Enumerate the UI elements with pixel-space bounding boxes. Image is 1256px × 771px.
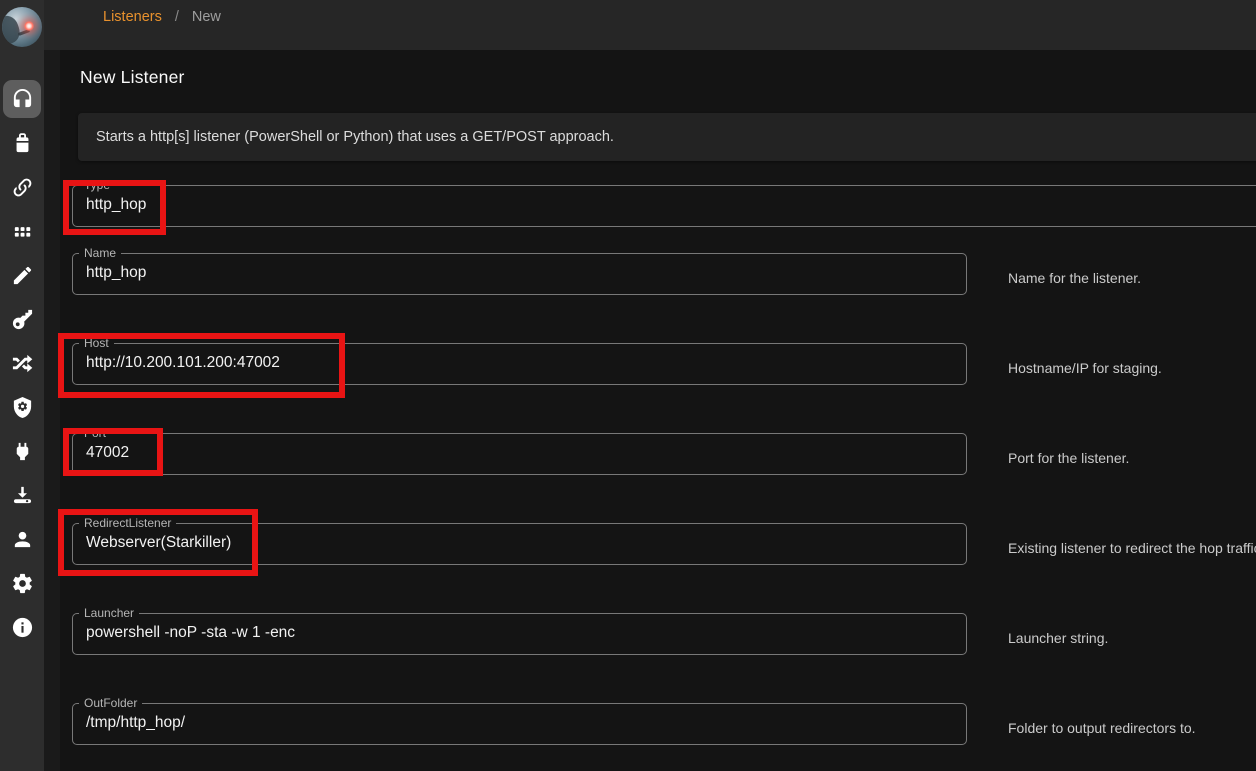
sidebar-item-briefcase[interactable] <box>0 121 44 165</box>
link-icon <box>11 176 34 199</box>
redirect-listener-field-label: RedirectListener <box>79 516 176 530</box>
launcher-field-value: powershell -noP -sta -w 1 -enc <box>86 624 966 642</box>
sidebar-item-settings[interactable] <box>0 561 44 605</box>
pencil-icon <box>11 264 34 287</box>
redirect-listener-field[interactable]: RedirectListener Webserver(Starkiller) <box>72 516 967 565</box>
sidebar-item-modules[interactable] <box>0 209 44 253</box>
user-icon <box>11 528 34 551</box>
shield-gear-icon <box>11 396 34 419</box>
headphones-icon <box>11 88 34 111</box>
port-field[interactable]: Port 47002 <box>72 426 967 475</box>
listener-description-card: Starts a http[s] listener (PowerShell or… <box>78 113 1256 161</box>
logo-red-eye <box>24 21 34 31</box>
listener-description-text: Starts a http[s] listener (PowerShell or… <box>96 129 614 145</box>
host-field-label: Host <box>79 336 114 350</box>
redirect-listener-field-value: Webserver(Starkiller) <box>86 534 966 552</box>
download-icon <box>11 484 34 507</box>
field-row-out-folder: OutFolder /tmp/http_hop/ Folder to outpu… <box>72 696 1256 766</box>
sidebar-item-plugins[interactable] <box>0 429 44 473</box>
launcher-field-label: Launcher <box>79 606 139 620</box>
gear-icon <box>11 572 34 595</box>
field-row-launcher: Launcher powershell -noP -sta -w 1 -enc … <box>72 606 1256 676</box>
new-listener-panel: New Listener Starts a http[s] listener (… <box>60 50 1256 771</box>
out-folder-field-value: /tmp/http_hop/ <box>86 714 966 732</box>
top-bar: Listeners / New <box>44 0 1256 50</box>
sidebar-item-about[interactable] <box>0 605 44 649</box>
field-row-type: Type http_hop <box>72 178 1256 248</box>
briefcase-icon <box>11 132 34 155</box>
sidebar-item-malleable-profiles[interactable] <box>0 385 44 429</box>
field-row-host: Host http://10.200.101.200:47002 Hostnam… <box>72 336 1256 406</box>
host-help-text: Hostname/IP for staging. <box>1008 360 1162 376</box>
sidebar-item-shuffle[interactable] <box>0 341 44 385</box>
breadcrumb-listeners-link[interactable]: Listeners <box>103 9 162 25</box>
out-folder-field-label: OutFolder <box>79 696 142 710</box>
redirect-listener-help-text: Existing listener to redirect the hop tr… <box>1008 540 1256 556</box>
breadcrumb-separator: / <box>175 9 179 25</box>
port-field-label: Port <box>79 426 111 440</box>
port-help-text: Port for the listener. <box>1008 450 1129 466</box>
name-field-value: http_hop <box>86 264 966 282</box>
breadcrumb: Listeners / New <box>103 9 221 25</box>
type-field-value: http_hop <box>86 196 1256 214</box>
host-field-value: http://10.200.101.200:47002 <box>86 354 966 372</box>
page-title: New Listener <box>80 67 185 88</box>
logo-helm-shape <box>2 13 23 47</box>
port-field-value: 47002 <box>86 444 966 462</box>
type-field-label: Type <box>79 178 115 192</box>
shuffle-icon <box>11 352 34 375</box>
sidebar-item-users[interactable] <box>0 517 44 561</box>
grid-dots-icon <box>11 220 34 243</box>
host-field[interactable]: Host http://10.200.101.200:47002 <box>72 336 967 385</box>
power-plug-icon <box>11 440 34 463</box>
breadcrumb-current: New <box>192 9 221 25</box>
launcher-field[interactable]: Launcher powershell -noP -sta -w 1 -enc <box>72 606 967 655</box>
name-field[interactable]: Name http_hop <box>72 246 967 295</box>
launcher-help-text: Launcher string. <box>1008 630 1108 646</box>
sidebar-item-credentials[interactable] <box>0 297 44 341</box>
name-help-text: Name for the listener. <box>1008 270 1141 286</box>
sidebar-item-downloads[interactable] <box>0 473 44 517</box>
sidebar-item-pencil[interactable] <box>0 253 44 297</box>
main-area: New Listener Starts a http[s] listener (… <box>44 50 1256 771</box>
sidebar-nav <box>0 77 44 649</box>
starkiller-logo <box>2 7 42 47</box>
type-field[interactable]: Type http_hop <box>72 178 1256 227</box>
sidebar <box>0 0 44 771</box>
key-icon <box>11 308 34 331</box>
info-icon <box>11 616 34 639</box>
field-row-redirect-listener: RedirectListener Webserver(Starkiller) E… <box>72 516 1256 586</box>
sidebar-item-listeners[interactable] <box>0 77 44 121</box>
name-field-label: Name <box>79 246 121 260</box>
sidebar-item-link[interactable] <box>0 165 44 209</box>
out-folder-help-text: Folder to output redirectors to. <box>1008 720 1196 736</box>
field-row-port: Port 47002 Port for the listener. <box>72 426 1256 496</box>
field-row-name: Name http_hop Name for the listener. <box>72 246 1256 316</box>
out-folder-field[interactable]: OutFolder /tmp/http_hop/ <box>72 696 967 745</box>
